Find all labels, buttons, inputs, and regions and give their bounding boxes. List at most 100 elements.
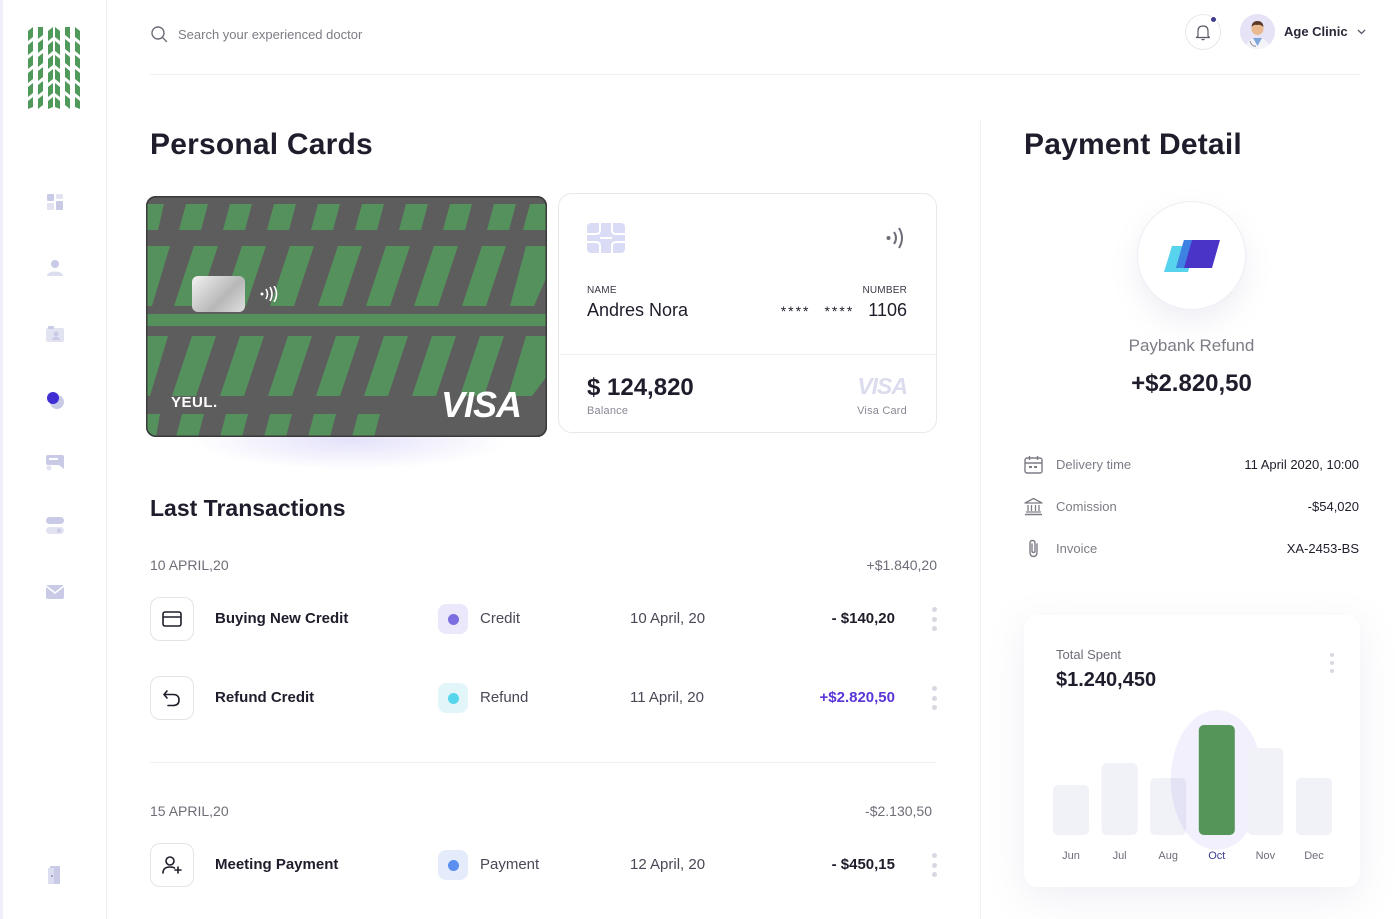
sidebar [0,0,107,919]
detail-value: -$54,020 [1307,499,1359,514]
payment-detail-title: Payment Detail [1024,128,1242,161]
tx-amount: - $140,20 [831,610,895,627]
nav-messages[interactable] [38,446,72,480]
calendar-icon [1024,456,1043,474]
detail-value: 11 April 2020, 10:00 [1244,457,1359,472]
detail-label: Comission [1056,499,1117,514]
nav-users[interactable] [38,251,72,285]
panel-divider [980,120,981,919]
tx-type-badge [438,850,468,880]
user-icon [47,260,63,276]
paybank-icon [1163,239,1220,272]
page-title: Personal Cards [150,128,373,161]
transaction-row[interactable]: Meeting Payment Payment 12 April, 20 - $… [150,843,940,887]
number-label: NUMBER [862,285,907,296]
tx-amount: +$2.820,50 [819,689,896,706]
paybank-logo [1137,201,1246,310]
tx-type: Credit [480,610,521,627]
sidebar-accent [0,0,3,919]
tx-icon-box [150,843,194,887]
group-date: 10 APRIL,20 [150,557,229,573]
spent-chart: Jun Jul Aug Oct Nov Dec [1053,710,1332,862]
tx-name: Meeting Payment [215,856,339,873]
nav-mail[interactable] [38,575,72,609]
chart-bar-dec[interactable] [1296,778,1332,835]
notification-dot [1210,16,1217,23]
chart-label-aug: Aug [1158,850,1178,862]
detail-row-comission: Comission -$54,020 [1024,495,1359,519]
search-bar[interactable] [150,20,750,48]
contactless-icon [886,227,903,249]
add-user-icon [162,856,182,874]
detail-row-delivery: Delivery time 11 April 2020, 10:00 [1024,453,1359,477]
chart-bar-jun[interactable] [1053,785,1089,835]
avatar [1240,14,1275,49]
nav-settings[interactable] [38,509,72,543]
notification-button[interactable] [1185,14,1221,50]
header-divider [150,74,1360,75]
more-options-button[interactable] [930,607,938,631]
tx-date: 12 April, 20 [630,856,706,873]
name-label: NAME [587,285,617,296]
nav-dashboard[interactable] [38,185,72,219]
card-mask: **** [824,302,855,319]
more-options-button[interactable] [930,853,938,877]
detail-row-invoice: Invoice XA-2453-BS [1024,537,1359,561]
nav-payments[interactable] [38,383,72,417]
tx-type: Refund [480,689,529,706]
chart-bar-oct[interactable] [1198,725,1235,835]
chart-label-jun: Jun [1062,850,1080,862]
chart-bar-jul[interactable] [1101,763,1138,835]
chat-icon [46,455,64,471]
mail-icon [46,585,64,599]
tx-type: Payment [480,856,540,873]
search-input[interactable] [178,26,738,42]
bell-icon [1195,24,1211,40]
group-total: -$2.130,50 [865,803,932,819]
bank-icon [1024,497,1043,516]
tx-name: Refund Credit [215,689,315,706]
chart-label-jul: Jul [1113,850,1127,862]
logo[interactable] [28,27,80,109]
tx-type-badge [438,683,468,713]
card-balance: $ 124,820 [587,374,694,401]
payments-icon [47,392,64,409]
logout-door-icon [48,866,60,884]
card-network: VISA [441,384,522,425]
tx-date: 10 April, 20 [630,610,706,627]
more-options-button[interactable] [930,686,938,710]
detail-value: XA-2453-BS [1286,541,1359,556]
visa-logo: VISA [857,373,908,399]
detail-label: Invoice [1056,541,1098,556]
tx-name: Buying New Credit [215,610,349,627]
contactless-icon [260,286,278,302]
tx-amount: - $450,15 [831,856,895,873]
network-label: Visa Card [857,405,907,417]
contact-card-icon [46,326,64,342]
group-divider [150,762,937,763]
transaction-row[interactable]: Buying New Credit Credit 10 April, 20 - … [150,597,940,641]
undo-icon [163,690,180,707]
chip-icon [587,223,625,253]
transactions-title: Last Transactions [150,495,346,521]
user-menu[interactable]: Age Clinic [1240,14,1366,49]
credit-card[interactable]: YEUL. VISA [146,196,547,437]
transaction-row[interactable]: Refund Credit Refund 11 April, 20 +$2.82… [150,676,940,720]
total-spent-card: Total Spent $1.240,450 Jun Jul Aug Oct Nov De… [1024,615,1360,887]
nav-logout[interactable] [38,858,72,892]
tx-icon-box [150,597,194,641]
tx-type-badge [438,604,468,634]
chart-bar-nov[interactable] [1247,748,1284,835]
chart-label-dec: Dec [1304,850,1324,862]
payment-amount: +$2.820,50 [1131,370,1252,397]
toggle-icon [46,517,64,534]
credit-card-icon [162,611,182,627]
group-total: +$1.840,20 [866,557,937,573]
card-details[interactable]: NAME Andres Nora NUMBER **** **** 1106 $… [558,193,937,433]
balance-label: Balance [587,405,629,417]
card-divider [559,354,936,355]
grid-icon [47,194,63,210]
chart-label-nov: Nov [1256,850,1276,862]
card-last4: 1106 [868,300,907,320]
nav-contacts[interactable] [38,317,72,351]
